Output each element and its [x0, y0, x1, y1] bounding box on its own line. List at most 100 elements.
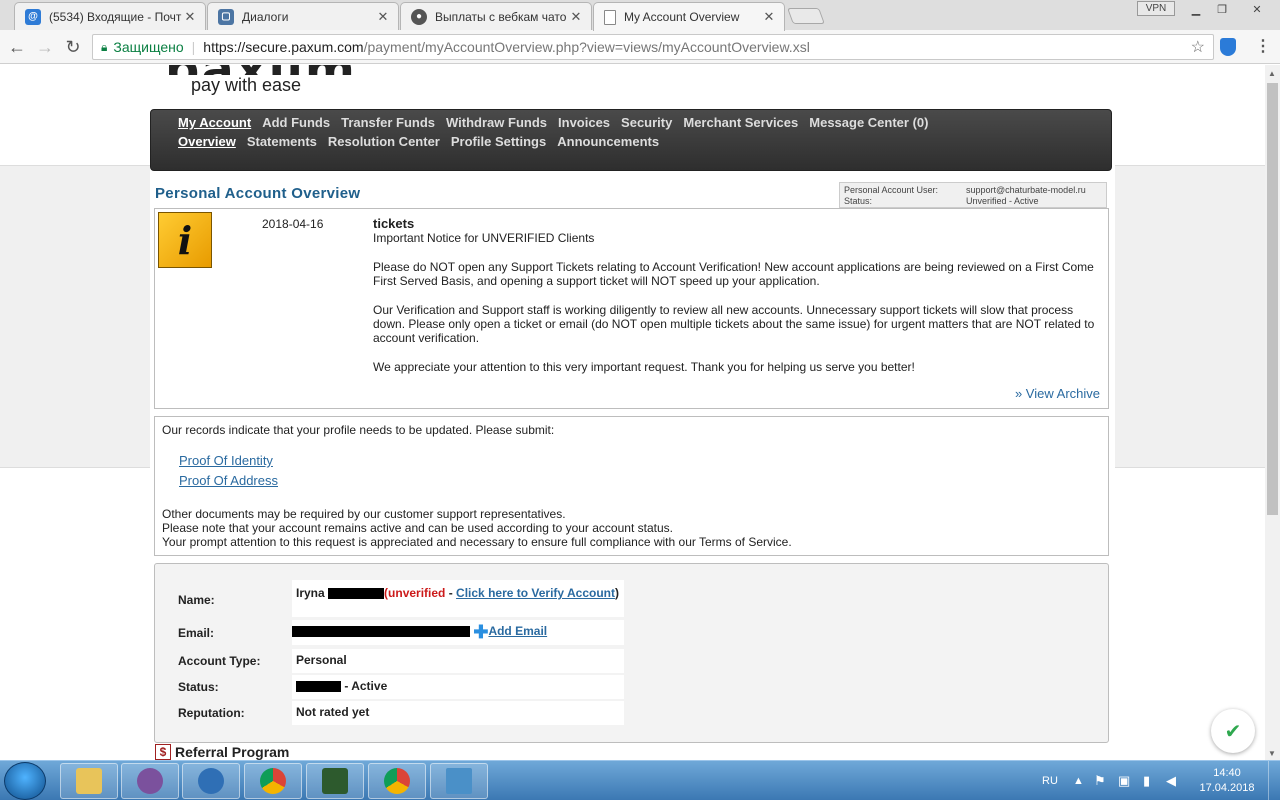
taskbar-chrome[interactable] [244, 763, 302, 799]
subnav-overview[interactable]: Overview [178, 134, 236, 149]
note-line: Other documents may be required by our c… [162, 507, 566, 521]
scroll-up-icon[interactable]: ▲ [1268, 69, 1276, 78]
viber-icon [137, 768, 163, 794]
vk-icon: ▢ [218, 8, 234, 25]
profile-update-intro: Our records indicate that your profile n… [162, 423, 555, 437]
tab-close-icon[interactable]: ✕ [376, 9, 390, 25]
tab-my-account-overview[interactable]: My Account Overview ✕ [593, 2, 785, 31]
security-shield-icon[interactable]: ✔ [1211, 709, 1255, 753]
device-icon[interactable]: ▣ [1118, 761, 1130, 800]
forward-arrow-icon[interactable]: → [34, 36, 56, 58]
taskbar-terminal[interactable] [306, 763, 364, 799]
tray-expand-icon[interactable]: ▲ [1073, 761, 1084, 800]
main-navigation: My Account Add Funds Transfer Funds Withdra… [150, 109, 1112, 171]
close-window-icon[interactable]: ✕ [1237, 0, 1277, 18]
tab-close-icon[interactable]: ✕ [762, 9, 776, 25]
notice-subtitle: Important Notice for UNVERIFIED Clients [373, 231, 595, 245]
proof-of-identity-link[interactable]: Proof Of Identity [179, 453, 273, 468]
reload-icon[interactable]: ↻ [62, 36, 84, 58]
scroll-thumb[interactable] [1267, 83, 1278, 515]
taskbar-photo-viewer[interactable] [430, 763, 488, 799]
system-clock[interactable]: 14:40 17.04.2018 [1192, 766, 1262, 796]
plus-icon[interactable]: ✚ [473, 622, 488, 642]
tab-mail[interactable]: @ (5534) Входящие - Почт ✕ [14, 2, 206, 30]
url-host: https://secure.paxum.com [203, 39, 364, 55]
tab-dialogs[interactable]: ▢ Диалоги ✕ [207, 2, 399, 30]
account-status-value: - Active [292, 675, 624, 699]
dollar-icon: $ [155, 744, 171, 760]
nav-transfer-funds[interactable]: Transfer Funds [341, 115, 435, 130]
minimize-icon[interactable]: ▁ [1183, 0, 1209, 18]
language-indicator[interactable]: RU [1042, 761, 1058, 800]
nav-invoices[interactable]: Invoices [558, 115, 610, 130]
note-line: Your prompt attention to this request is… [162, 535, 792, 549]
tab-forum[interactable]: ● Выплаты с вебкам чато ✕ [400, 2, 592, 30]
restore-icon[interactable]: ❐ [1209, 0, 1235, 18]
taskbar-thunderbird[interactable] [182, 763, 240, 799]
divider: | [191, 39, 196, 55]
vpn-button[interactable]: VPN [1137, 1, 1175, 16]
start-button[interactable] [4, 762, 46, 800]
subnav-announcements[interactable]: Announcements [557, 134, 659, 149]
nav-message-center-0[interactable]: Message Center (0) [809, 115, 928, 130]
subnav-profile-settings[interactable]: Profile Settings [451, 134, 546, 149]
notice-body: tickets Important Notice for UNVERIFIED … [373, 217, 1103, 375]
close-paren: ) [614, 586, 619, 600]
add-email-link[interactable]: Add Email [488, 624, 547, 638]
notice-panel: i 2018-04-16 tickets Important Notice fo… [154, 208, 1109, 409]
nav-merchant-services[interactable]: Merchant Services [683, 115, 798, 130]
new-tab-button[interactable] [787, 8, 825, 24]
tab-close-icon[interactable]: ✕ [183, 9, 197, 25]
status-label: Status: [844, 196, 873, 206]
verify-account-link[interactable]: Click here to Verify Account [456, 586, 615, 600]
profile-update-panel: Our records indicate that your profile n… [154, 416, 1109, 556]
show-desktop-button[interactable] [1268, 761, 1280, 800]
account-status-label: Status: [178, 680, 219, 694]
back-arrow-icon[interactable]: ← [6, 36, 28, 58]
nav-security[interactable]: Security [621, 115, 672, 130]
tab-title: (5534) Входящие - Почт [49, 9, 182, 24]
name-label: Name: [178, 593, 215, 607]
taskbar-explorer[interactable] [60, 763, 118, 799]
bookmark-star-icon[interactable]: ☆ [1191, 37, 1205, 57]
subnav-resolution-center[interactable]: Resolution Center [328, 134, 440, 149]
folder-icon [76, 768, 102, 794]
taskbar-viber[interactable] [121, 763, 179, 799]
name-value: Iryna (unverified - Click here to Verify… [292, 580, 624, 617]
redacted-email [292, 626, 470, 638]
extension-shield-icon[interactable] [1220, 38, 1236, 56]
primary-nav: My Account Add Funds Transfer Funds Withdra… [178, 115, 939, 130]
separator: - [445, 586, 457, 600]
referral-title: Referral Program [175, 744, 290, 760]
taskbar-chrome-profile[interactable] [368, 763, 426, 799]
view-archive-link[interactable]: » View Archive [1015, 386, 1100, 401]
nav-withdraw-funds[interactable]: Withdraw Funds [446, 115, 547, 130]
network-icon[interactable]: ▮ [1143, 761, 1150, 800]
page-title: Personal Account Overview [155, 185, 361, 202]
page-viewport: paxum pay with ease My Account Add Funds T… [0, 65, 1265, 760]
redacted-status [296, 681, 341, 693]
thunderbird-icon [198, 768, 224, 794]
subnav-statements[interactable]: Statements [247, 134, 317, 149]
nav-my-account[interactable]: My Account [178, 115, 251, 130]
account-details-panel: Name: Iryna (unverified - Click here to … [154, 563, 1109, 743]
address-bar[interactable]: 🔒︎ Защищено | https://secure.paxum.com /… [92, 34, 1214, 60]
clock-date: 17.04.2018 [1199, 782, 1255, 794]
logo-mark: paxum [165, 65, 357, 75]
page-scrollbar[interactable]: ▲ ▼ [1265, 65, 1280, 760]
proof-of-address-link[interactable]: Proof Of Address [179, 473, 278, 488]
volume-icon[interactable]: ◀ [1166, 761, 1176, 800]
nav-add-funds[interactable]: Add Funds [262, 115, 330, 130]
scroll-down-icon[interactable]: ▼ [1268, 749, 1276, 758]
url-path: /payment/myAccountOverview.php?view=view… [363, 39, 810, 55]
account-type-label: Account Type: [178, 654, 261, 668]
secondary-nav: Overview Statements Resolution Center Profi… [178, 134, 670, 149]
paxum-logo[interactable]: paxum pay with ease [165, 65, 357, 96]
browser-tab-strip: @ (5534) Входящие - Почт ✕ ▢ Диалоги ✕ ●… [0, 0, 1280, 31]
status-row: Status: - Active [171, 674, 626, 700]
tab-title: My Account Overview [624, 10, 740, 24]
menu-dots-icon[interactable]: ⋮ [1255, 36, 1271, 56]
flag-icon[interactable]: ⚑ [1094, 761, 1106, 800]
name-row: Name: Iryna (unverified - Click here to … [171, 580, 626, 618]
tab-close-icon[interactable]: ✕ [569, 9, 583, 25]
